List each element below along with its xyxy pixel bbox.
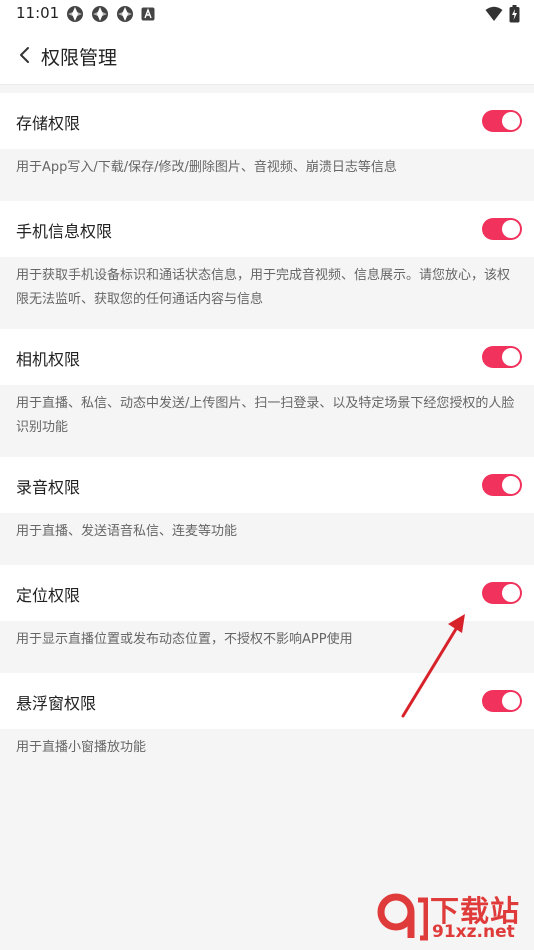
app-bar: 权限管理 (0, 28, 534, 85)
permission-label: 手机信息权限 (16, 222, 113, 241)
permission-description: 用于显示直播位置或发布动态位置，不授权不影响APP使用 (0, 621, 534, 673)
permission-row-phone-info: 手机信息权限 (0, 201, 534, 257)
phone-info-toggle[interactable] (482, 218, 522, 240)
page-title: 权限管理 (41, 47, 118, 69)
permission-description: 用于获取手机设备标识和通话状态信息，用于完成音视频、信息展示。请您放心，该权限无… (0, 257, 534, 329)
permission-label: 悬浮窗权限 (16, 694, 97, 713)
location-toggle[interactable] (482, 582, 522, 604)
permission-row-location: 定位权限 (0, 565, 534, 621)
permission-description: 用于直播、私信、动态中发送/上传图片、扫一扫登录、以及特定场景下经您授权的人脸识… (0, 385, 534, 457)
permission-row-microphone: 录音权限 (0, 457, 534, 513)
watermark-logo-icon (377, 893, 428, 941)
status-bar: 11:01 (0, 0, 534, 28)
camera-toggle[interactable] (482, 346, 522, 368)
toggle-knob (502, 112, 520, 130)
watermark-site: 91xz.net (432, 922, 515, 942)
permission-row-camera: 相机权限 (0, 329, 534, 385)
toggle-knob (502, 348, 520, 366)
font-a-icon (141, 7, 155, 21)
permission-description: 用于App写入/下载/保存/修改/删除图片、音视频、崩溃日志等信息 (0, 149, 534, 201)
permission-row-overlay: 悬浮窗权限 (0, 673, 534, 729)
toggle-knob (502, 476, 520, 494)
permission-label: 定位权限 (16, 586, 81, 605)
storage-toggle[interactable] (482, 110, 522, 132)
permission-list: 存储权限 用于App写入/下载/保存/修改/删除图片、音视频、崩溃日志等信息 手… (0, 93, 534, 781)
toggle-knob (502, 692, 520, 710)
microphone-toggle[interactable] (482, 474, 522, 496)
photos-icon (91, 5, 109, 23)
permission-label: 存储权限 (16, 114, 81, 133)
status-left-icons (66, 5, 155, 23)
photos-icon (116, 5, 134, 23)
toggle-knob (502, 584, 520, 602)
photos-icon (66, 5, 84, 23)
status-time: 11:01 (16, 4, 60, 22)
battery-charging-icon (509, 5, 520, 27)
overlay-toggle[interactable] (482, 690, 522, 712)
toggle-knob (502, 220, 520, 238)
chevron-left-icon (20, 47, 29, 63)
permission-label: 录音权限 (16, 478, 81, 497)
status-right-icons (485, 5, 520, 27)
watermark: 下载站 91xz.net (362, 886, 532, 950)
permission-row-storage: 存储权限 (0, 93, 534, 149)
permission-description: 用于直播、发送语音私信、连麦等功能 (0, 513, 534, 565)
permission-description: 用于直播小窗播放功能 (0, 729, 534, 781)
back-button[interactable] (8, 38, 42, 72)
wifi-icon (485, 6, 503, 26)
permission-label: 相机权限 (16, 350, 81, 369)
